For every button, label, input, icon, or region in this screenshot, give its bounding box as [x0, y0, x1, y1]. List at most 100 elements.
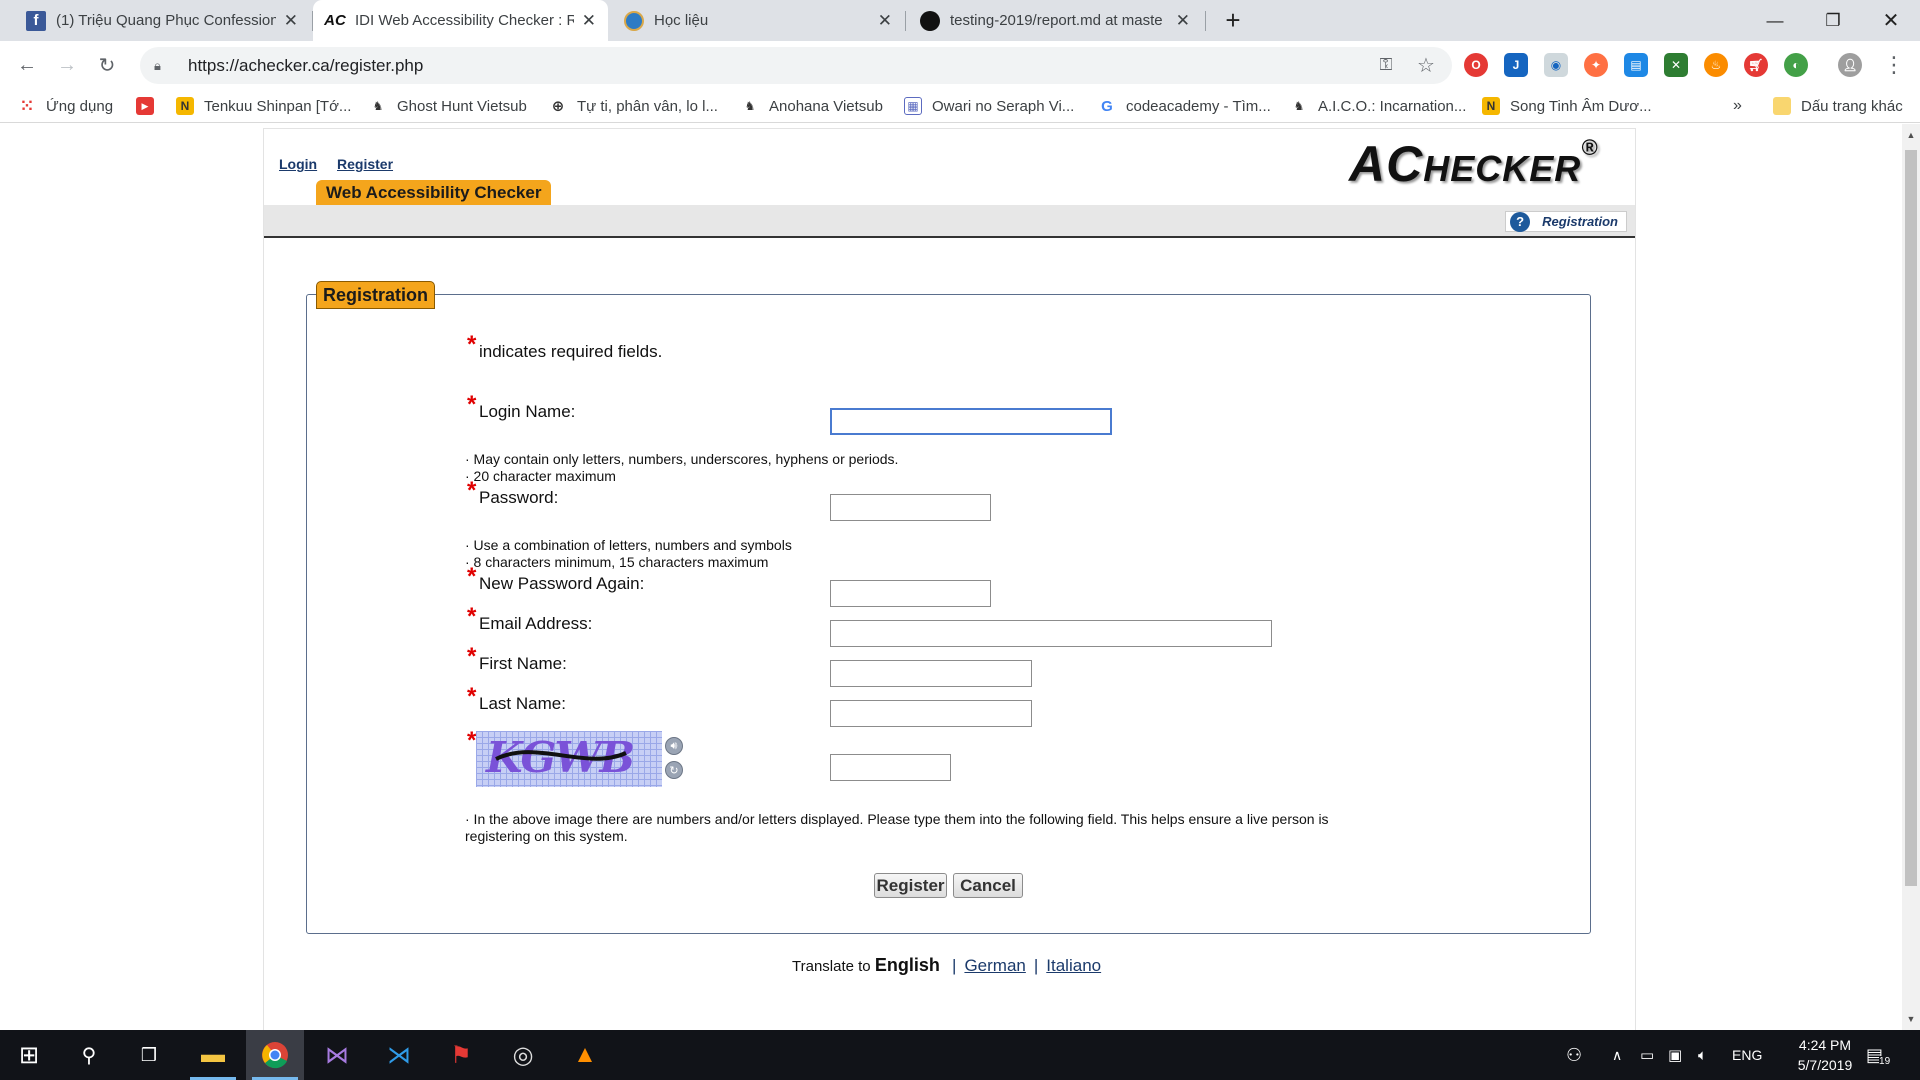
doc-extension-icon[interactable]: ▤ [1624, 53, 1648, 77]
star-icon[interactable]: ☆ [1412, 51, 1440, 79]
x-extension-icon[interactable]: ✕ [1664, 53, 1688, 77]
password-hint: · 8 characters minimum, 15 characters ma… [465, 554, 769, 570]
tab-achecker[interactable]: AC IDI Web Accessibility Checker : R ✕ [313, 0, 608, 41]
people-icon[interactable]: ⚇ [1566, 1030, 1582, 1080]
last-name-input[interactable] [830, 700, 1032, 727]
fire-extension-icon[interactable]: ♨ [1704, 53, 1728, 77]
obs-icon[interactable]: ◎ [494, 1030, 552, 1080]
cart-extension-icon[interactable]: 🛒︎ [1744, 53, 1768, 77]
bookmark-tenkuu[interactable]: N Tenkuu Shinpan [Tớ... [176, 95, 351, 117]
password-again-input[interactable] [830, 580, 991, 607]
new-tab-button[interactable]: + [1210, 0, 1256, 41]
tab-github[interactable]: testing-2019/report.md at maste ✕ [908, 0, 1202, 41]
page-viewport: Login Register ACHECKER® Web Accessibili… [0, 124, 1902, 1030]
scroll-down-icon[interactable]: ▼ [1902, 1010, 1920, 1028]
header-band: ? Registration [264, 205, 1635, 238]
password-again-label: New Password Again: [479, 574, 645, 593]
vertical-scrollbar[interactable]: ▲ ▼ [1902, 124, 1920, 1030]
bookmark-ghost-hunt[interactable]: ♞ Ghost Hunt Vietsub [369, 95, 527, 117]
scroll-up-icon[interactable]: ▲ [1902, 126, 1920, 144]
bookmark-codeacademy[interactable]: G codeacademy - Tìm... [1098, 95, 1271, 117]
browser-toolbar: ← → ↻ 🔒︎ https://achecker.ca/register.ph… [0, 41, 1920, 89]
notification-count: 19 [1879, 1055, 1891, 1067]
forward-button[interactable]: → [53, 51, 81, 79]
bookmark-youtube[interactable]: ▶ [136, 95, 164, 117]
j-extension-icon[interactable]: J [1504, 53, 1528, 77]
password-input[interactable] [830, 494, 991, 521]
registration-form: Registration * indicates required fields… [306, 281, 1591, 934]
opera-extension-icon[interactable]: O [1464, 53, 1488, 77]
language-indicator[interactable]: ENG [1732, 1030, 1762, 1080]
bookmark-label: Dấu trang khác [1801, 97, 1903, 115]
bookmark-owari[interactable]: ▦ Owari no Seraph Vi... [904, 95, 1074, 117]
breadcrumb[interactable]: ? Registration [1505, 211, 1627, 232]
chevron-up-icon[interactable]: ∧ [1612, 1030, 1622, 1080]
required-asterisk: * [467, 477, 477, 504]
notification-icon[interactable]: ▤ 19 [1866, 1030, 1891, 1080]
close-icon[interactable]: ✕ [284, 11, 298, 31]
required-asterisk: * [467, 391, 477, 418]
translate-prefix: Translate to [792, 958, 871, 975]
minimize-button[interactable]: — [1752, 0, 1798, 41]
login-name-input[interactable] [830, 408, 1112, 435]
task-view-icon[interactable]: ❒ [120, 1030, 178, 1080]
visual-studio-icon[interactable]: ⋈ [308, 1030, 366, 1080]
form-legend: Registration [316, 281, 436, 309]
register-button[interactable]: Register [874, 873, 947, 898]
volume-icon[interactable]: 🔈︎ [1698, 1030, 1707, 1080]
clock[interactable]: 4:24 PM 5/7/2019 [1770, 1030, 1880, 1080]
bookmark-anohana[interactable]: ♞ Anohana Vietsub [741, 95, 883, 117]
file-explorer-icon[interactable]: ▬ [184, 1030, 242, 1080]
bookmark-apps[interactable]: ⁙ Ứng dụng [18, 95, 113, 117]
close-window-button[interactable]: ✕ [1868, 0, 1914, 41]
required-note: indicates required fields. [479, 342, 663, 361]
scrollbar-thumb[interactable] [1905, 150, 1917, 886]
email-input[interactable] [830, 620, 1272, 647]
register-link[interactable]: Register [337, 156, 393, 172]
fox-extension-icon[interactable]: ✦ [1584, 53, 1608, 77]
address-bar[interactable]: 🔒︎ https://achecker.ca/register.php [140, 47, 1452, 84]
captcha-input[interactable] [830, 754, 951, 781]
close-icon[interactable]: ✕ [878, 11, 892, 31]
close-icon[interactable]: ✕ [582, 11, 596, 31]
bookmark-label: Tenkuu Shinpan [Tớ... [204, 97, 352, 115]
reload-button[interactable]: ↻ [93, 51, 121, 79]
bookmarks-overflow-button[interactable]: » [1733, 95, 1742, 117]
battery-icon[interactable]: ▭ [1640, 1030, 1654, 1080]
bookmark-tu-ti[interactable]: ⊕ Tự ti, phân vân, lo l... [549, 95, 718, 117]
vscode-icon[interactable]: ⋊ [370, 1030, 428, 1080]
close-icon[interactable]: ✕ [1176, 11, 1190, 31]
audio-captcha-icon[interactable]: 🔊︎ [665, 737, 683, 755]
bookmark-aico[interactable]: ♞ A.I.C.O.: Incarnation... [1290, 95, 1467, 117]
profile-avatar[interactable]: 👤︎ [1838, 53, 1862, 77]
key-icon[interactable]: ⚿ [1372, 51, 1400, 79]
bookmark-label: Song Tinh Âm Dươ... [1510, 97, 1652, 115]
language-italiano-link[interactable]: Italiano [1046, 956, 1101, 975]
restore-button[interactable]: ❐ [1810, 0, 1856, 41]
other-bookmarks[interactable]: Dấu trang khác [1773, 95, 1903, 117]
search-icon[interactable]: ⚲ [60, 1030, 118, 1080]
tab-title: (1) Triệu Quang Phục Confession [56, 12, 276, 29]
back-button[interactable]: ← [13, 51, 41, 79]
cancel-button[interactable]: Cancel [953, 873, 1023, 898]
chrome-logo-icon [262, 1042, 288, 1069]
facebook-icon: f [26, 10, 46, 31]
clock-date: 5/7/2019 [1797, 1057, 1853, 1073]
language-switcher: Translate to English | German | Italiano [792, 955, 1101, 976]
garena-icon[interactable]: ⚑ [432, 1030, 490, 1080]
windows-start-icon[interactable]: ⊞ [0, 1030, 58, 1080]
first-name-input[interactable] [830, 660, 1032, 687]
chrome-icon[interactable] [246, 1030, 304, 1080]
login-link[interactable]: Login [279, 156, 317, 172]
network-icon[interactable]: ▣ [1668, 1030, 1682, 1080]
eye-extension-icon[interactable]: ◉ [1544, 53, 1568, 77]
menu-icon[interactable]: ⋮ [1880, 51, 1908, 79]
globe-extension-icon[interactable]: ◐ [1784, 53, 1808, 77]
globe-icon: ⊕ [551, 98, 565, 115]
vlc-icon[interactable]: ▲ [556, 1030, 614, 1080]
tab-facebook[interactable]: f (1) Triệu Quang Phục Confession ✕ [14, 0, 310, 41]
language-german-link[interactable]: German [964, 956, 1025, 975]
refresh-captcha-icon[interactable]: ↻ [665, 761, 683, 779]
tab-hoc-lieu[interactable]: Học liệu ✕ [612, 0, 904, 41]
bookmark-song-tinh[interactable]: N Song Tinh Âm Dươ... [1482, 95, 1652, 117]
